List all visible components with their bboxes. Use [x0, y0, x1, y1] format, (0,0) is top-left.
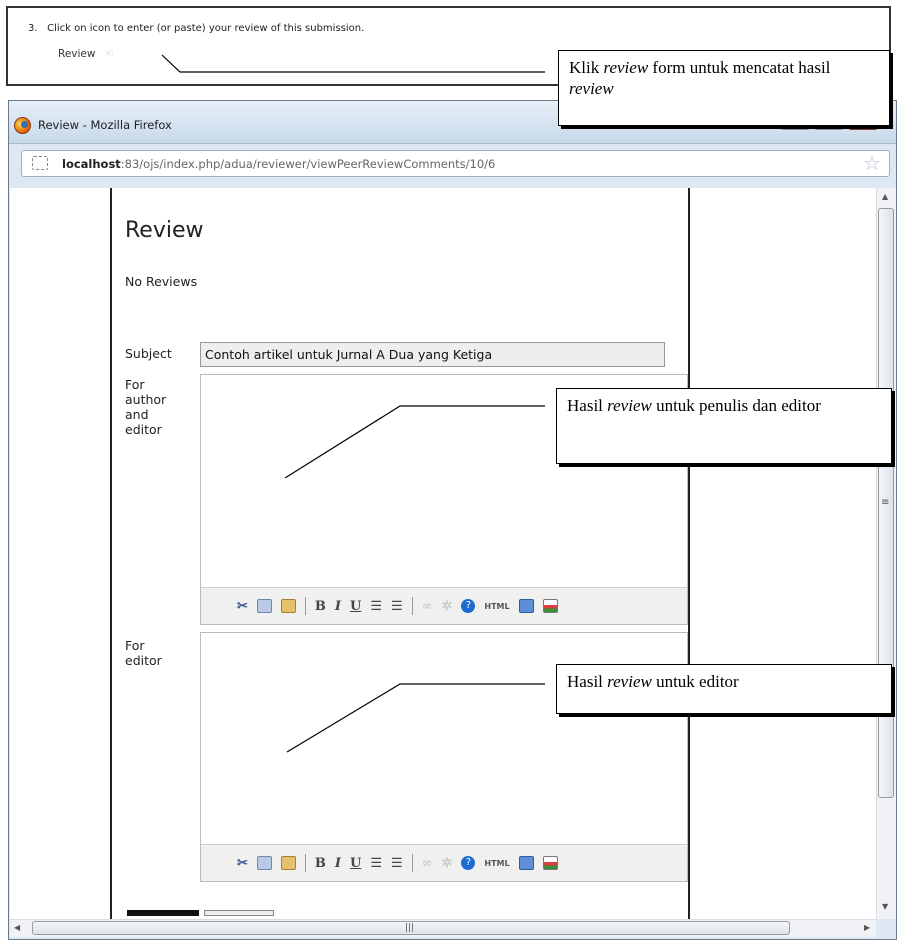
callout-editor-only: Hasil review untuk editor — [556, 664, 892, 714]
callout-author-editor: Hasil review untuk penulis dan editor — [556, 388, 892, 464]
callout-leader-lines — [161, 54, 545, 753]
callout-review-form: Klik review form untuk mencatat hasil re… — [558, 50, 890, 126]
leader-line-editor-only — [286, 683, 545, 753]
leader-line-review-form — [161, 54, 545, 73]
leader-line-author-editor — [284, 405, 545, 479]
